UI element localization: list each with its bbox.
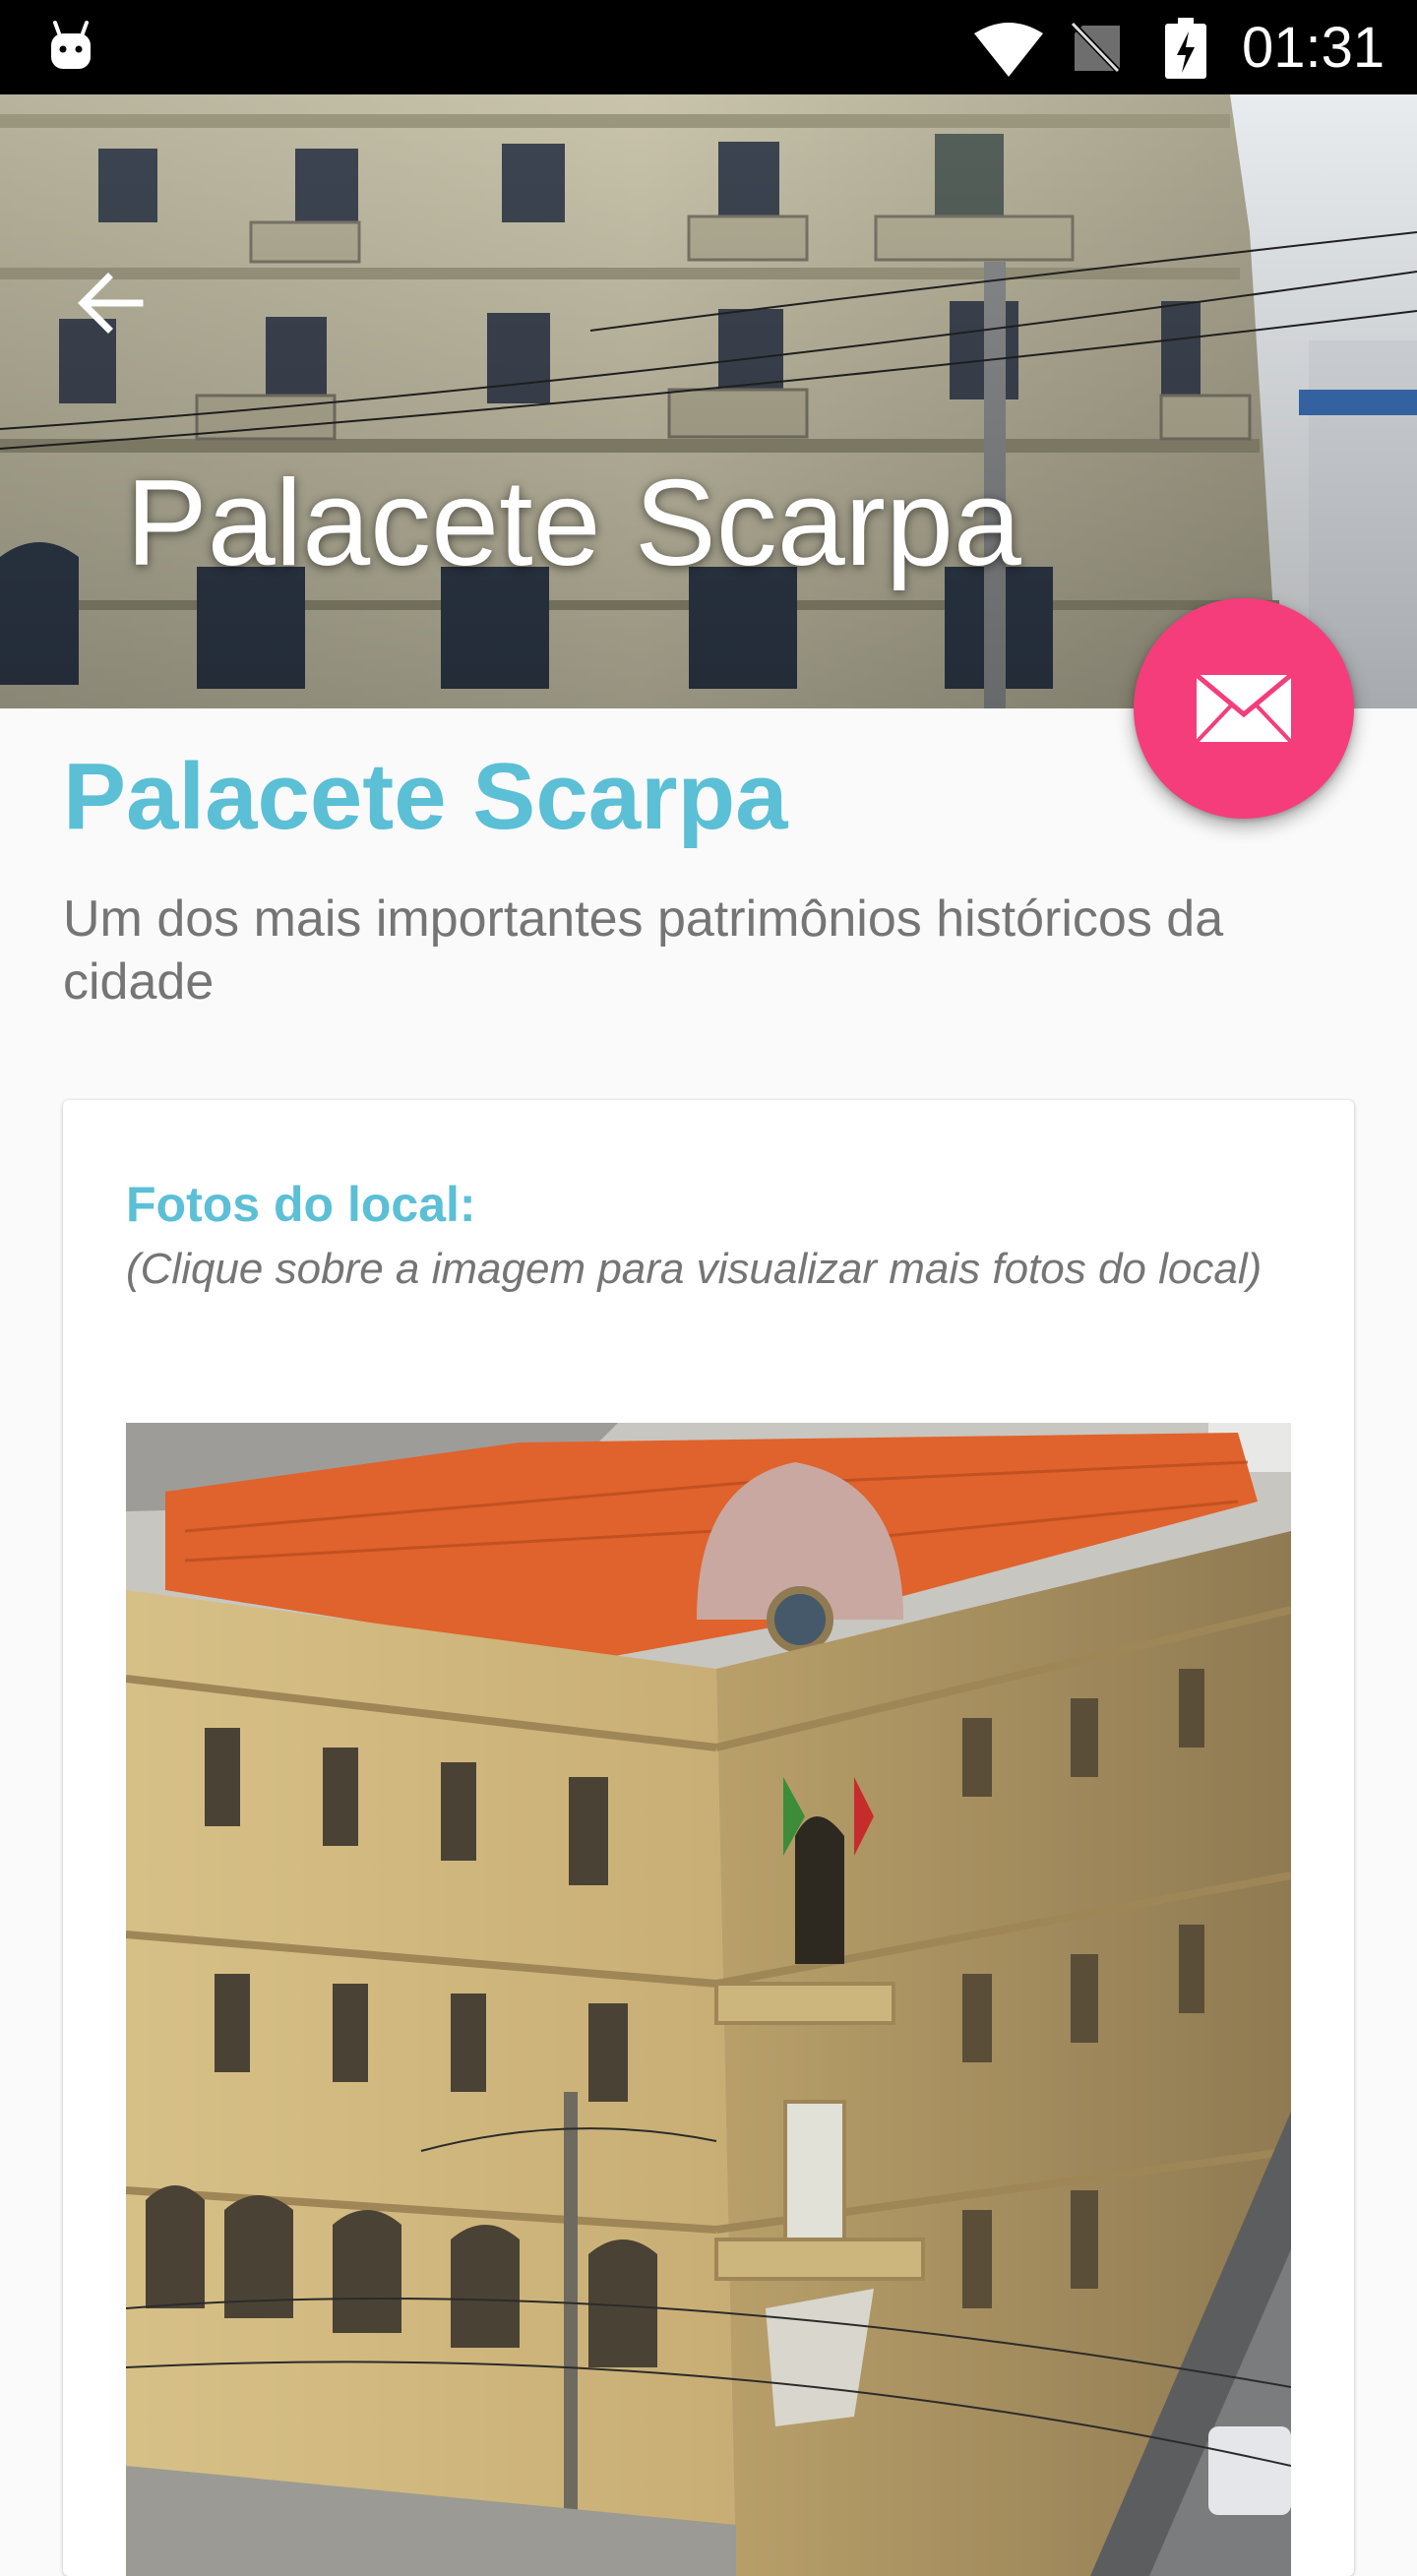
photo-gallery-image[interactable] [126,1423,1291,2576]
arrow-back-icon [78,273,144,334]
contact-email-button[interactable] [1134,598,1354,819]
status-bar: 01:31 [0,0,1417,94]
back-button[interactable] [61,254,159,352]
place-title: Palacete Scarpa [63,744,788,849]
no-signal-icon [1071,22,1123,75]
battery-charging-icon [1165,18,1206,79]
photos-card-title: Fotos do local: [126,1177,476,1232]
photos-card-hint: (Clique sobre a imagem para visualizar m… [126,1245,1263,1293]
place-subtitle: Um dos mais importantes patrimônios hist… [63,890,1224,1011]
header-title: Palacete Scarpa [126,456,1021,591]
wifi-icon [974,23,1043,77]
android-icon [51,21,91,69]
palace-aerial-photo [126,1423,1291,2576]
photos-card: Fotos do local: (Clique sobre a imagem p… [63,1100,1354,2576]
status-clock: 01:31 [1242,16,1386,80]
envelope-icon [1195,673,1293,744]
